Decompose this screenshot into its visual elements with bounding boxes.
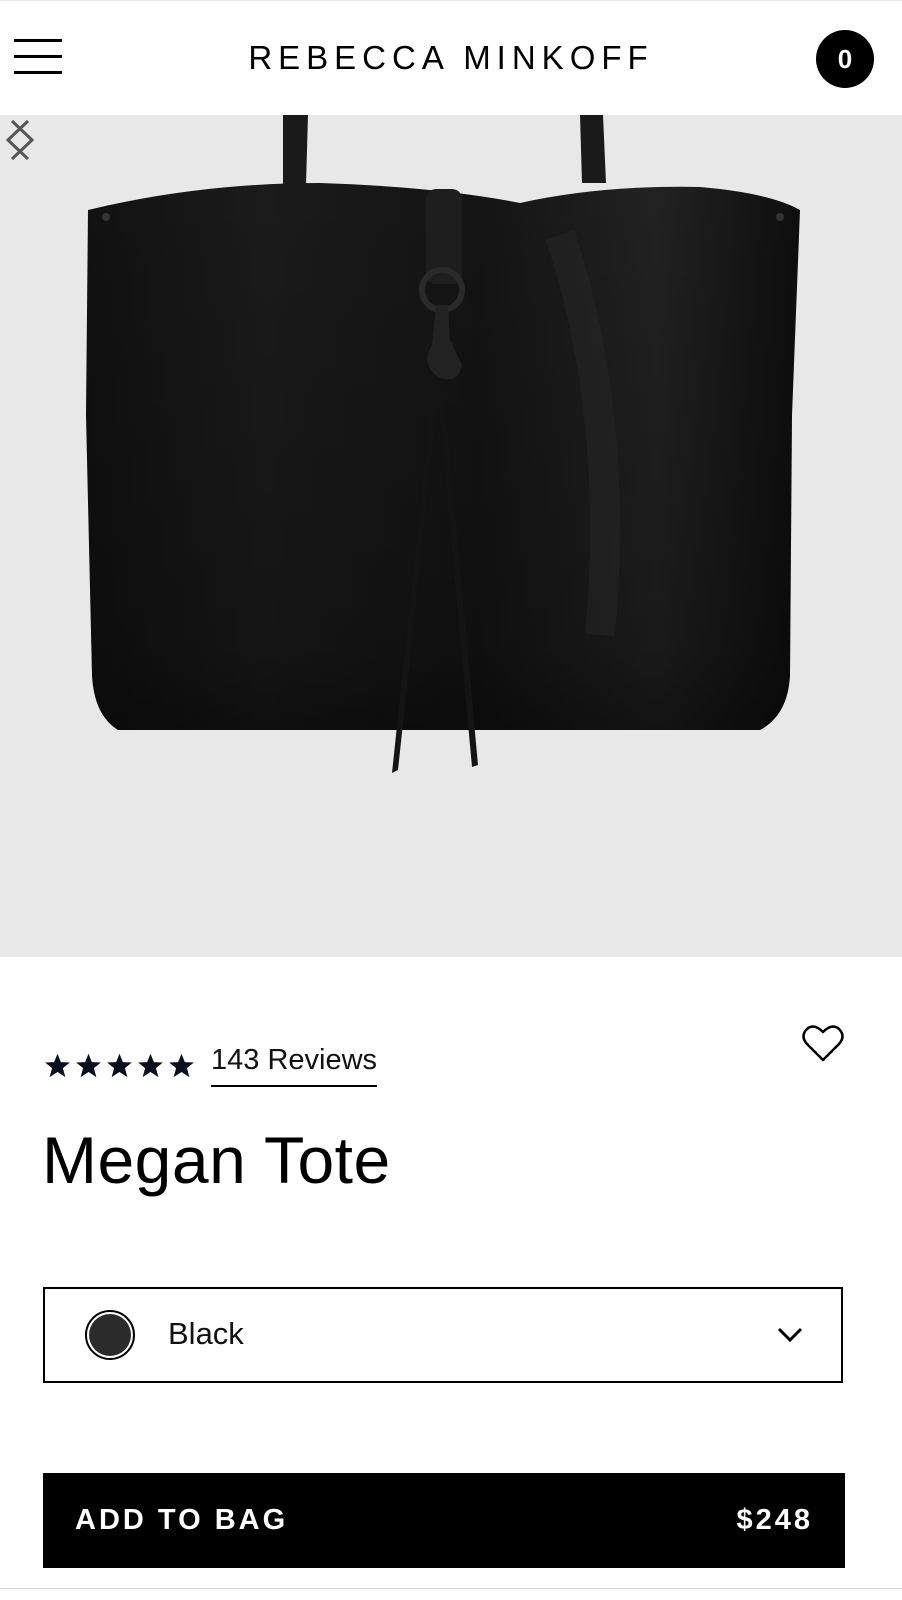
site-header: REBECCA MINKOFF 0 (0, 0, 902, 116)
reviews-link[interactable]: 143 Reviews (211, 1044, 378, 1087)
heart-icon[interactable] (801, 1024, 845, 1064)
cart-count: 0 (837, 43, 853, 74)
product-image (86, 115, 800, 773)
chevron-right-icon[interactable] (0, 115, 40, 165)
color-swatch (85, 1310, 135, 1360)
chevron-down-icon (777, 1327, 803, 1343)
product-image-gallery[interactable] (0, 115, 902, 957)
product-title: Megan Tote (42, 1123, 391, 1197)
product-rating: 143 Reviews (44, 1044, 378, 1087)
add-to-bag-label: ADD TO BAG (75, 1504, 289, 1536)
color-selector[interactable]: Black (43, 1287, 843, 1383)
color-swatch-fill (89, 1314, 131, 1356)
selected-color-label: Black (168, 1316, 244, 1351)
star-icon (138, 1053, 163, 1078)
add-to-bag-button[interactable]: ADD TO BAG $248 (43, 1473, 845, 1568)
star-icon (45, 1053, 70, 1078)
brand-logo[interactable]: REBECCA MINKOFF (0, 39, 902, 77)
price: $248 (736, 1504, 813, 1536)
star-icon (76, 1053, 101, 1078)
divider (0, 1588, 902, 1589)
star-rating (44, 1052, 195, 1079)
star-icon (169, 1053, 194, 1078)
product-page: REBECCA MINKOFF 0 143 Reviews Megan Tote… (0, 0, 902, 1600)
star-icon (107, 1053, 132, 1078)
cart-button[interactable]: 0 (816, 30, 874, 88)
